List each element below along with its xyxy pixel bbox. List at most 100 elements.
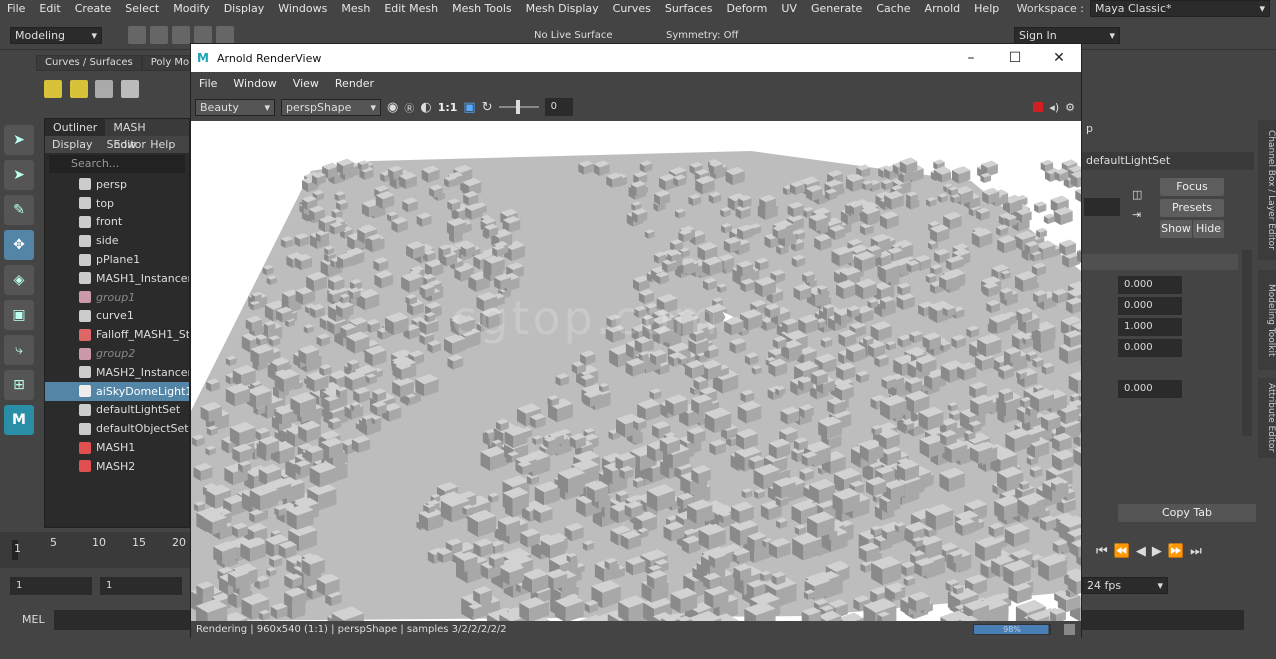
outliner-menu-help[interactable]: Help [143,136,182,153]
value-field-1[interactable]: 0.000 [1118,276,1182,294]
presets-button[interactable]: Presets [1160,199,1224,217]
camera-dropdown[interactable]: perspShape ▾ [281,98,381,116]
ratio-button[interactable]: 1:1 [438,101,458,114]
contrast-icon[interactable]: ◐ [420,100,431,115]
outliner-item[interactable]: Falloff_MASH1_Stre [45,325,189,344]
save-image-icon[interactable] [1064,624,1075,635]
menu-edit-mesh[interactable]: Edit Mesh [377,0,445,17]
shelf-tab-curves[interactable]: Curves / Surfaces [36,55,142,71]
outliner-search-input[interactable]: Search... [49,155,185,173]
outliner-item[interactable]: MASH1_Instancer [45,269,189,288]
value-field-3[interactable]: 1.000 [1118,318,1182,336]
menu-generate[interactable]: Generate [804,0,869,17]
rv-menu-window[interactable]: Window [225,77,284,90]
render-icon[interactable]: ◉ [387,100,398,115]
symmetry-label[interactable]: Symmetry: Off [666,30,738,41]
outliner-item[interactable]: MASH2_Instancer [45,363,189,382]
tab-mash-editor[interactable]: MASH Editor [105,119,189,151]
attribute-field[interactable] [1084,198,1120,216]
sphere-wire-icon[interactable] [120,80,139,98]
outliner-item[interactable]: side [45,231,189,250]
menu-modify[interactable]: Modify [166,0,216,17]
outliner-item[interactable]: defaultLightSet [45,401,189,420]
menu-mesh[interactable]: Mesh [334,0,377,17]
outliner-item[interactable]: MASH2 [45,457,189,476]
rgb-icon[interactable]: Ⓡ [404,100,414,115]
paint-tool-icon[interactable]: ✎ [4,195,34,225]
menu-display[interactable]: Display [217,0,272,17]
presets-icon[interactable]: ⇥ [1132,208,1141,221]
sign-in-button[interactable]: Sign In ▾ [1014,27,1120,44]
outliner-item[interactable]: pPlane1 [45,250,189,269]
value-field-4[interactable]: 0.000 [1118,339,1182,357]
menu-select[interactable]: Select [118,0,166,17]
new-scene-icon[interactable] [128,26,146,44]
playback-controls[interactable]: ⏮⏪◀▶⏩⏭ [1096,544,1208,559]
focus-button[interactable]: Focus [1160,178,1224,196]
lasso-tool-icon[interactable]: ➤ [4,160,34,190]
cylinder-icon[interactable] [95,80,113,98]
value-field-2[interactable]: 0.000 [1118,297,1182,315]
tab-outliner[interactable]: Outliner [45,119,106,136]
workspace-dropdown[interactable]: Maya Classic* ▾ [1090,0,1270,17]
outliner-item[interactable]: persp [45,175,189,194]
outliner-item[interactable]: curve1 [45,307,189,326]
outliner-item[interactable]: front [45,213,189,232]
save-scene-icon[interactable] [172,26,190,44]
close-icon[interactable]: ✕ [1037,50,1081,66]
exposure-field[interactable]: 0 [544,98,573,116]
menu-windows[interactable]: Windows [271,0,334,17]
open-scene-icon[interactable] [150,26,168,44]
attribute-editor-tab[interactable]: Attribute Editor [1258,378,1276,458]
sphere-icon[interactable] [44,80,62,98]
refresh-icon[interactable]: ↻ [482,100,493,115]
rv-menu-render[interactable]: Render [327,77,382,90]
outliner-item[interactable]: aiSkyDomeLight1 [45,381,189,401]
rotate-tool-icon[interactable]: ◈ [4,265,34,295]
maximize-icon[interactable]: ☐ [993,50,1037,66]
menu-cache[interactable]: Cache [869,0,917,17]
menu-mesh-display[interactable]: Mesh Display [519,0,606,17]
mel-label[interactable]: MEL [22,613,45,626]
menu-curves[interactable]: Curves [606,0,658,17]
crop-icon[interactable]: ▣ [463,100,475,115]
audio-icon[interactable]: ◂) [1049,101,1059,114]
menu-deform[interactable]: Deform [719,0,774,17]
rv-menu-view[interactable]: View [285,77,327,90]
scale-tool-icon[interactable]: ▣ [4,300,34,330]
menu-uv[interactable]: UV [774,0,804,17]
value-field-5[interactable]: 0.000 [1118,380,1182,398]
fps-dropdown[interactable]: 24 fps ▾ [1082,577,1168,594]
minimize-icon[interactable]: – [949,50,993,66]
rv-menu-file[interactable]: File [191,77,225,90]
settings-gear-icon[interactable]: ⚙ [1065,101,1075,114]
menu-mesh-tools[interactable]: Mesh Tools [445,0,519,17]
undo-icon[interactable] [194,26,212,44]
show-button[interactable]: Show [1160,220,1192,238]
last-tool-icon[interactable]: ⤷ [4,335,34,365]
modeling-toolkit-tab[interactable]: Modeling Toolkit [1258,270,1276,370]
channel-box-tab[interactable]: Channel Box / Layer Editor [1258,120,1276,260]
outliner-item[interactable]: MASH1 [45,438,189,457]
menu-surfaces[interactable]: Surfaces [658,0,720,17]
outliner-menu-show[interactable]: Show [100,136,144,153]
menu-arnold[interactable]: Arnold [918,0,968,17]
stop-render-icon[interactable] [1033,102,1044,112]
hide-button[interactable]: Hide [1193,220,1224,238]
render-image[interactable]: cgtop.com ➤ [191,121,1081,621]
menu-file[interactable]: File [0,0,32,17]
move-tool-icon[interactable]: ✥ [4,230,34,260]
select-tool-icon[interactable]: ➤ [4,125,34,155]
cube-icon[interactable] [69,80,88,98]
menu-help[interactable]: Help [967,0,1006,17]
menu-create[interactable]: Create [68,0,119,17]
outliner-menu-display[interactable]: Display [45,136,100,153]
layout-icon[interactable]: ⊞ [4,370,34,400]
live-surface-label[interactable]: No Live Surface [534,30,612,41]
mode-dropdown[interactable]: Modeling ▾ [10,27,102,44]
attr-scrollbar[interactable] [1242,250,1252,436]
range-start-field[interactable]: 1 [10,577,92,595]
range-current-field[interactable]: 1 [100,577,182,595]
redo-icon[interactable] [216,26,234,44]
copy-tab-button[interactable]: Copy Tab [1118,504,1256,522]
